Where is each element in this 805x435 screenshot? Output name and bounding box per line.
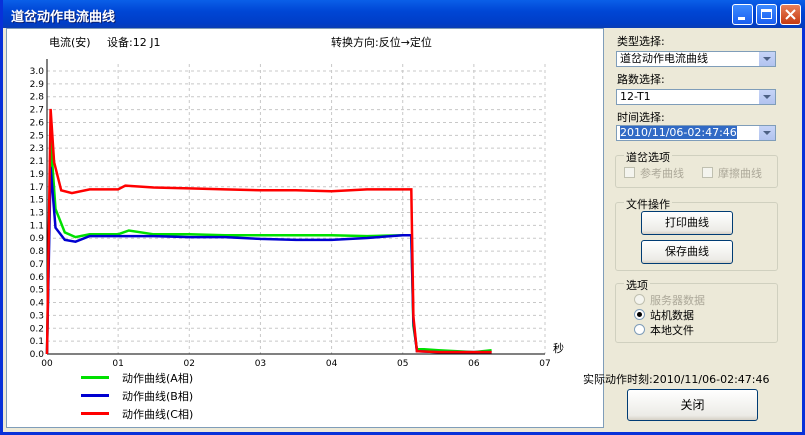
x-axis-unit: 秒 <box>553 341 564 355</box>
route-select[interactable]: 12-T1 <box>616 89 776 105</box>
local-file-radio[interactable] <box>634 324 645 335</box>
title-bar[interactable]: 道岔动作电流曲线 <box>3 0 805 28</box>
y-tick-label: 2.8 <box>30 93 45 103</box>
series-line-c <box>45 108 492 355</box>
y-tick-label: 2.9 <box>30 80 45 90</box>
y-tick-label: 0.6 <box>30 273 45 283</box>
y-tick-label: 0.7 <box>30 260 44 270</box>
y-tick-label: 2.1 <box>30 157 44 167</box>
save-curve-button[interactable]: 保存曲线 <box>641 240 733 264</box>
y-tick-label: 2.6 <box>30 118 45 128</box>
y-tick-label: 0.4 <box>30 299 45 309</box>
options-title: 选项 <box>624 277 650 293</box>
x-tick-label: 00 <box>41 359 53 369</box>
y-tick-label: 0.3 <box>30 311 44 321</box>
minimize-button[interactable] <box>732 4 753 25</box>
y-tick-label: 1.3 <box>30 209 44 219</box>
y-tick-label: 0.1 <box>30 337 44 347</box>
time-select-label: 时间选择: <box>617 111 665 124</box>
switch-options-title: 道岔选项 <box>624 149 672 165</box>
current-curve-chart: 0.00.10.20.30.40.50.60.70.80.91.11.31.51… <box>30 59 564 369</box>
server-data-radio[interactable] <box>634 294 645 305</box>
local-file-label: 本地文件 <box>650 324 694 337</box>
close-icon <box>785 9 796 20</box>
time-select-value: 2010/11/06-02:47:46 <box>620 126 737 139</box>
y-tick-label: 3.0 <box>30 67 45 77</box>
type-select-label: 类型选择: <box>617 35 665 48</box>
y-tick-label: 2.7 <box>30 106 44 116</box>
x-tick-label: 02 <box>184 359 195 369</box>
x-tick-label: 03 <box>255 359 266 369</box>
x-tick-label: 07 <box>539 359 550 369</box>
x-tick-label: 06 <box>468 359 480 369</box>
y-tick-label: 0.5 <box>30 286 44 296</box>
close-window-button[interactable] <box>780 4 801 25</box>
legend-label-c: 动作曲线(C相) <box>122 408 194 421</box>
main-window: 道岔动作电流曲线 电流(安) 设备:12 J1 转换方向:反位→定位 0.0 0.… <box>0 0 805 435</box>
friction-curve-checkbox[interactable] <box>702 167 713 178</box>
y-tick-label: 1.5 <box>30 196 44 206</box>
y-tick-label: 0.9 <box>30 234 45 244</box>
y-tick-label: 2.5 <box>30 131 44 141</box>
legend-swatch-c <box>81 412 109 415</box>
station-data-label: 站机数据 <box>650 309 694 322</box>
file-ops-group: 文件操作 打印曲线 保存曲线 <box>615 196 778 271</box>
options-group: 选项 服务器数据 站机数据 本地文件 <box>615 277 778 343</box>
y-tick-label: 1.7 <box>30 183 44 193</box>
y-tick-label: 2.3 <box>30 144 44 154</box>
print-curve-button[interactable]: 打印曲线 <box>641 211 733 235</box>
ref-curve-checkbox[interactable] <box>624 167 635 178</box>
station-data-radio[interactable] <box>634 309 645 320</box>
x-tick-label: 04 <box>326 359 338 369</box>
series-line-b <box>45 166 492 355</box>
route-select-value: 12-T1 <box>620 90 651 103</box>
legend-label-a: 动作曲线(A相) <box>122 372 194 385</box>
chevron-down-icon[interactable] <box>758 126 775 140</box>
switch-options-group: 道岔选项 参考曲线 摩擦曲线 <box>615 149 778 188</box>
y-tick-label: 1.1 <box>30 221 44 231</box>
ref-curve-label: 参考曲线 <box>640 167 684 180</box>
minimize-icon <box>738 17 745 20</box>
server-data-label: 服务器数据 <box>650 294 705 307</box>
series-line-a <box>45 138 492 355</box>
chevron-down-icon[interactable] <box>758 52 775 66</box>
file-ops-title: 文件操作 <box>624 196 672 212</box>
close-button[interactable]: 关闭 <box>627 389 758 421</box>
y-tick-label: 0.2 <box>30 324 44 334</box>
maximize-button[interactable] <box>756 4 777 25</box>
window-title: 道岔动作电流曲线 <box>11 10 116 25</box>
chart-panel: 电流(安) 设备:12 J1 转换方向:反位→定位 0.0 0.1 0.2 0.3 0.… <box>6 28 604 428</box>
route-select-label: 路数选择: <box>617 73 665 86</box>
type-select[interactable]: 道岔动作电流曲线 <box>616 51 776 67</box>
actual-time-label: 实际动作时刻:2010/11/06-02:47:46 <box>583 373 770 386</box>
legend-swatch-a <box>81 376 109 379</box>
y-tick-label: 1.9 <box>30 170 45 180</box>
time-select[interactable]: 2010/11/06-02:47:46 <box>616 125 776 141</box>
type-select-value: 道岔动作电流曲线 <box>620 52 708 65</box>
friction-curve-label: 摩擦曲线 <box>718 167 762 180</box>
legend-label-b: 动作曲线(B相) <box>122 390 194 403</box>
chevron-down-icon[interactable] <box>758 90 775 104</box>
legend-swatch-b <box>81 394 109 397</box>
x-tick-label: 01 <box>112 359 123 369</box>
y-tick-label: 0.8 <box>30 247 45 257</box>
maximize-icon <box>761 9 772 19</box>
x-tick-label: 05 <box>397 359 408 369</box>
